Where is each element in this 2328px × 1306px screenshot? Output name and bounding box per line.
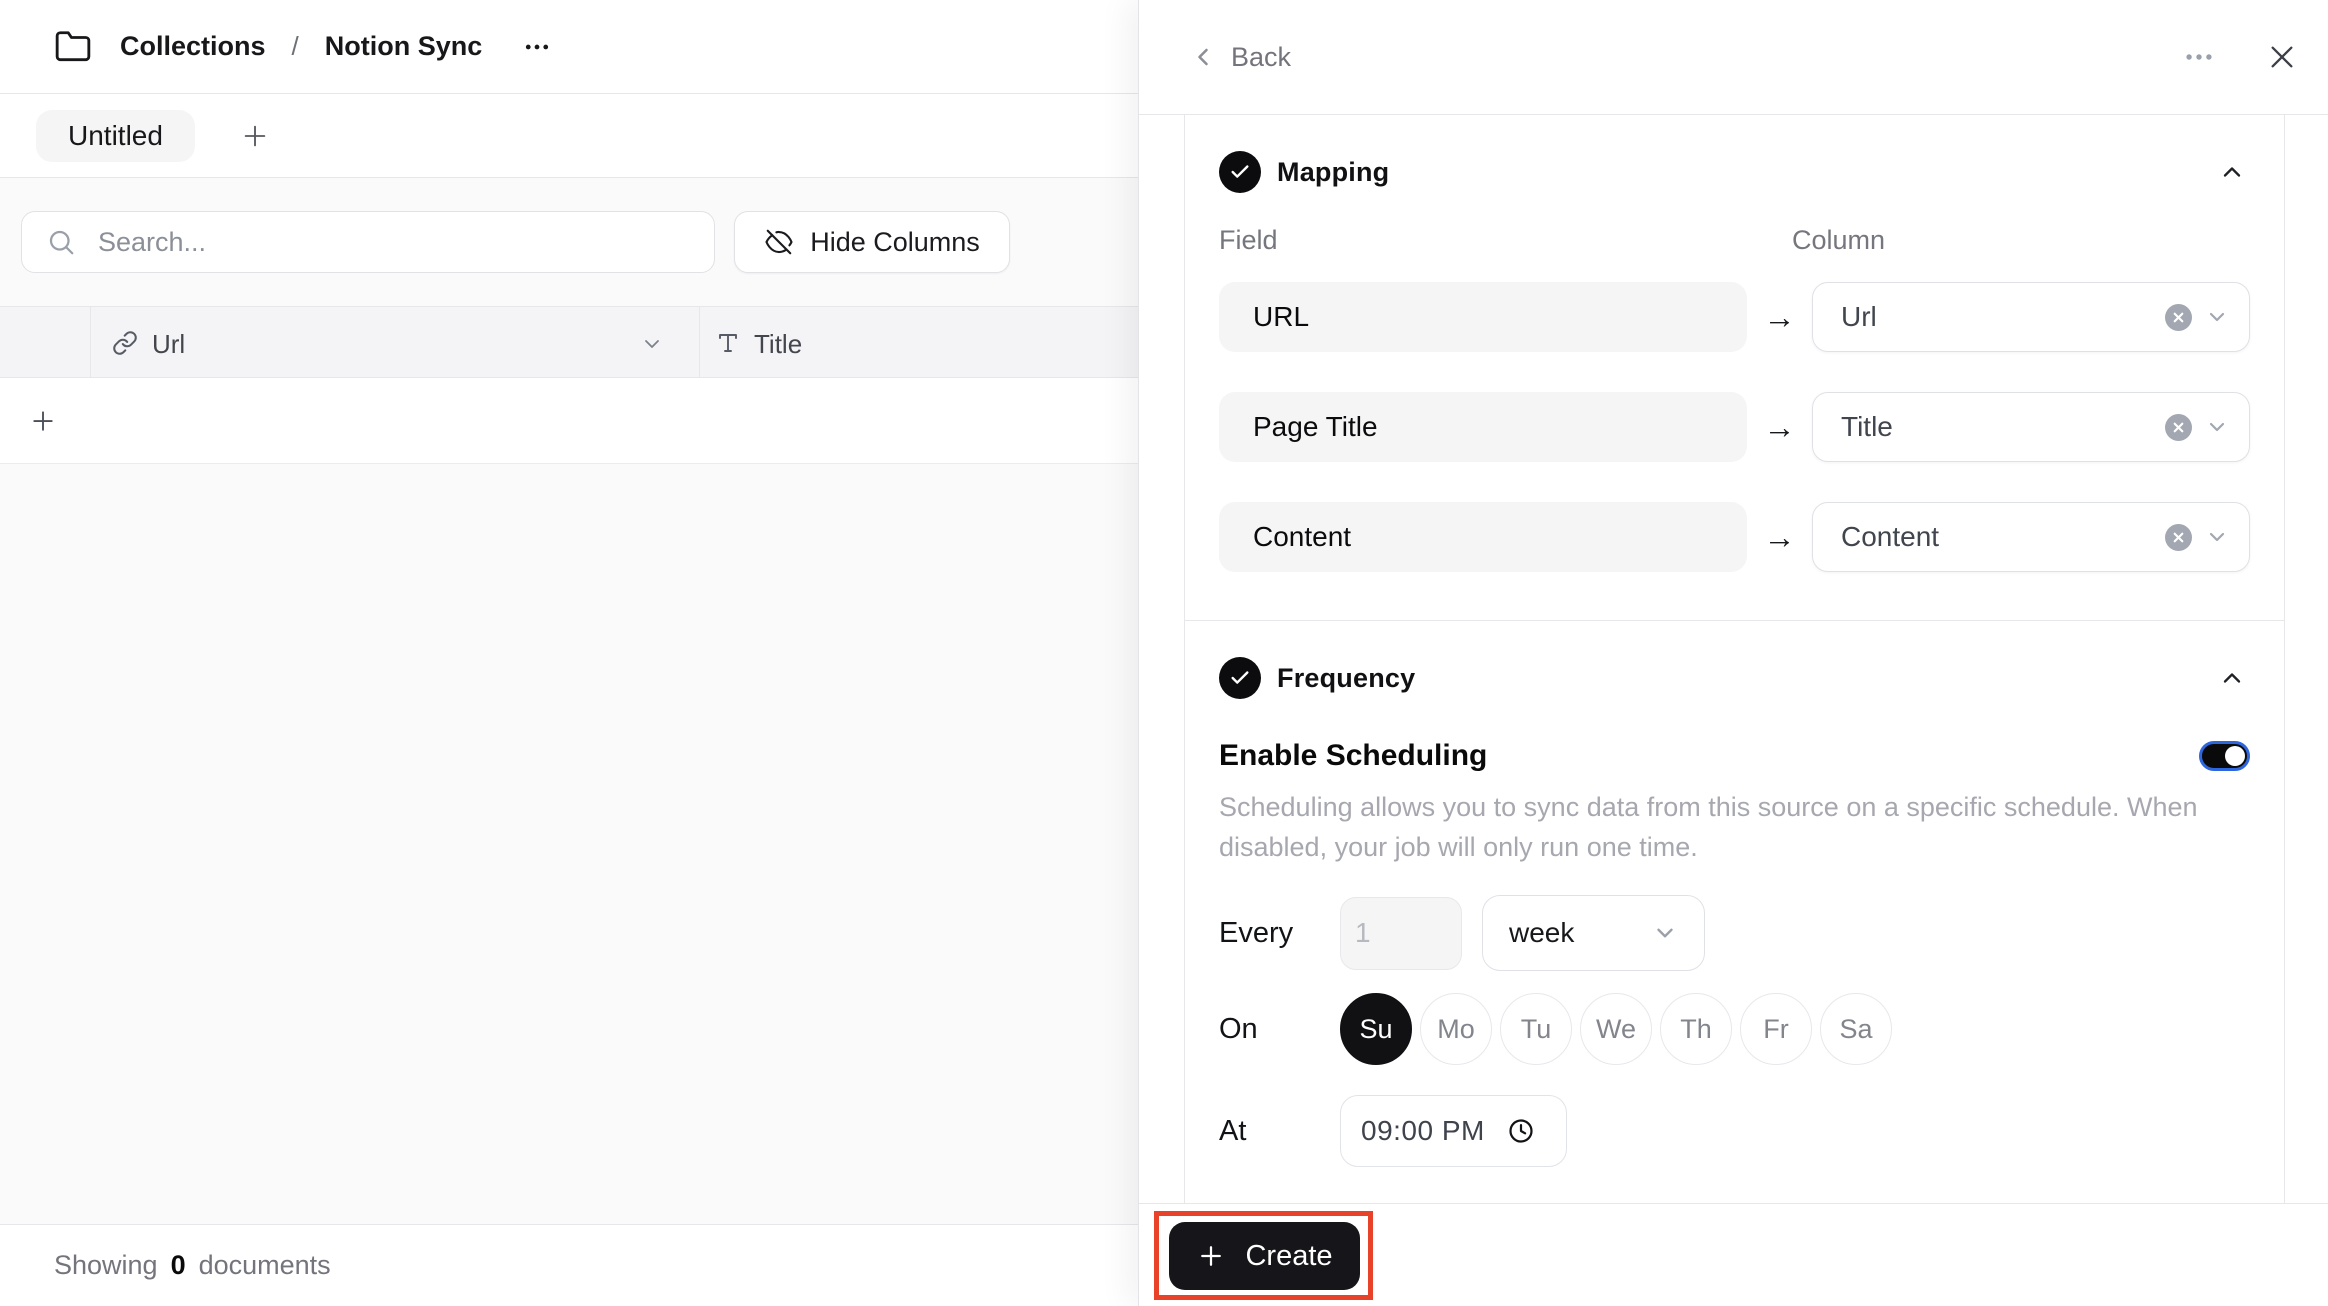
search-icon [49, 230, 74, 255]
add-tab-plus-icon[interactable] [239, 120, 271, 152]
day-tuesday[interactable]: Tu [1500, 993, 1572, 1065]
at-time-row: At 09:00 PM [1219, 1095, 2250, 1167]
create-button-label: Create [1245, 1239, 1333, 1272]
config-card: Mapping Field Column URL → Url Page Titl… [1184, 115, 2285, 1203]
day-selector: Su Mo Tu We Th Fr Sa [1340, 993, 1892, 1065]
clock-icon [1507, 1117, 1535, 1145]
column-select-content[interactable]: Content [1812, 502, 2250, 572]
type-icon [716, 331, 740, 355]
time-input[interactable]: 09:00 PM [1340, 1095, 1567, 1167]
field-header-label: Field [1219, 225, 1278, 255]
config-side-panel: Back Mapping Field Column URL → Url Page… [1138, 0, 2328, 1306]
panel-more-dots-icon[interactable] [2182, 40, 2216, 74]
toggle-knob [2225, 746, 2245, 766]
search-input[interactable] [98, 226, 658, 258]
chevron-down-icon [1652, 920, 1678, 946]
chevron-up-icon[interactable] [2218, 158, 2246, 186]
mapping-row-page-title: Page Title → Title [1219, 392, 2250, 462]
arrow-right-icon: → [1763, 408, 1796, 445]
breadcrumb-separator: / [291, 31, 299, 61]
hide-columns-button[interactable]: Hide Columns [734, 211, 1010, 273]
folder-icon [54, 28, 92, 66]
mapping-section-header[interactable]: Mapping [1219, 151, 2250, 193]
section-divider [1185, 620, 2284, 621]
chevron-down-icon[interactable] [2205, 525, 2229, 549]
breadcrumb-current-notion-sync: Notion Sync [324, 31, 483, 61]
column-divider [90, 307, 91, 377]
chevron-down-icon[interactable] [640, 332, 664, 356]
back-button[interactable]: Back [1189, 42, 1291, 73]
mapping-row-url: URL → Url [1219, 282, 2250, 352]
check-icon [1219, 151, 1261, 193]
column-select-url[interactable]: Url [1812, 282, 2250, 352]
day-saturday[interactable]: Sa [1820, 993, 1892, 1065]
link-icon [112, 330, 138, 356]
on-days-row: On Su Mo Tu We Th Fr Sa [1219, 993, 2250, 1065]
day-thursday[interactable]: Th [1660, 993, 1732, 1065]
chevron-up-icon[interactable] [2218, 664, 2246, 692]
footer-prefix: Showing [54, 1250, 158, 1280]
every-row: Every week [1219, 895, 2250, 971]
at-label: At [1219, 1114, 1247, 1147]
frequency-section-title: Frequency [1277, 662, 1416, 693]
mapping-row-content: Content → Content [1219, 502, 2250, 572]
day-friday[interactable]: Fr [1740, 993, 1812, 1065]
panel-scroll-area[interactable]: Mapping Field Column URL → Url Page Titl… [1139, 114, 2328, 1204]
chevron-left-icon [1198, 48, 1208, 66]
frequency-section-header[interactable]: Frequency [1219, 657, 2250, 699]
column-divider [699, 307, 700, 377]
breadcrumb-collections[interactable]: Collections [120, 31, 266, 62]
close-icon[interactable] [2266, 41, 2298, 73]
unit-value: week [1509, 917, 1575, 948]
hide-columns-label: Hide Columns [810, 226, 980, 257]
column-header-url[interactable]: Url [152, 329, 185, 360]
mapping-column-headers: Field Column [1219, 225, 2250, 256]
field-pill-url: URL [1219, 282, 1747, 352]
back-label: Back [1231, 41, 1292, 72]
column-header-title[interactable]: Title [754, 329, 802, 360]
day-sunday[interactable]: Su [1340, 993, 1412, 1065]
field-pill-page-title: Page Title [1219, 392, 1747, 462]
search-box[interactable] [21, 211, 715, 273]
scheduling-toggle[interactable] [2199, 741, 2250, 771]
panel-footer: Create [1139, 1204, 2328, 1306]
column-select-title[interactable]: Title [1812, 392, 2250, 462]
clear-x-circle-icon[interactable] [2165, 303, 2192, 331]
column-header-label: Column [1792, 225, 1886, 255]
enable-scheduling-label: Enable Scheduling [1219, 739, 1488, 772]
on-label: On [1219, 1012, 1258, 1045]
scheduling-description: Scheduling allows you to sync data from … [1219, 792, 2198, 862]
hide-eye-icon [765, 229, 793, 255]
arrow-right-icon: → [1763, 298, 1796, 335]
enable-scheduling-row: Enable Scheduling [1219, 739, 2250, 773]
interval-input[interactable] [1340, 896, 1462, 970]
footer-suffix: documents [198, 1250, 331, 1280]
chevron-down-icon[interactable] [2205, 415, 2229, 439]
day-wednesday[interactable]: We [1580, 993, 1652, 1065]
panel-header: Back [1139, 0, 2328, 114]
document-count: 0 [170, 1250, 186, 1280]
unit-select[interactable]: week [1482, 895, 1705, 971]
day-monday[interactable]: Mo [1420, 993, 1492, 1065]
clear-x-circle-icon[interactable] [2165, 523, 2192, 551]
check-icon [1219, 657, 1261, 699]
breadcrumb-more-dots-icon[interactable] [522, 32, 552, 62]
tab-untitled[interactable]: Untitled [36, 109, 195, 162]
create-button[interactable]: Create [1169, 1222, 1360, 1290]
clear-x-circle-icon[interactable] [2165, 413, 2192, 441]
chevron-down-icon[interactable] [2205, 305, 2229, 329]
field-pill-content: Content [1219, 502, 1747, 572]
plus-icon [1201, 1246, 1222, 1266]
time-value: 09:00 PM [1361, 1115, 1485, 1146]
mapping-section-title: Mapping [1277, 156, 1390, 187]
add-row-plus-icon[interactable] [28, 406, 58, 436]
every-label: Every [1219, 916, 1294, 949]
arrow-right-icon: → [1763, 518, 1796, 555]
